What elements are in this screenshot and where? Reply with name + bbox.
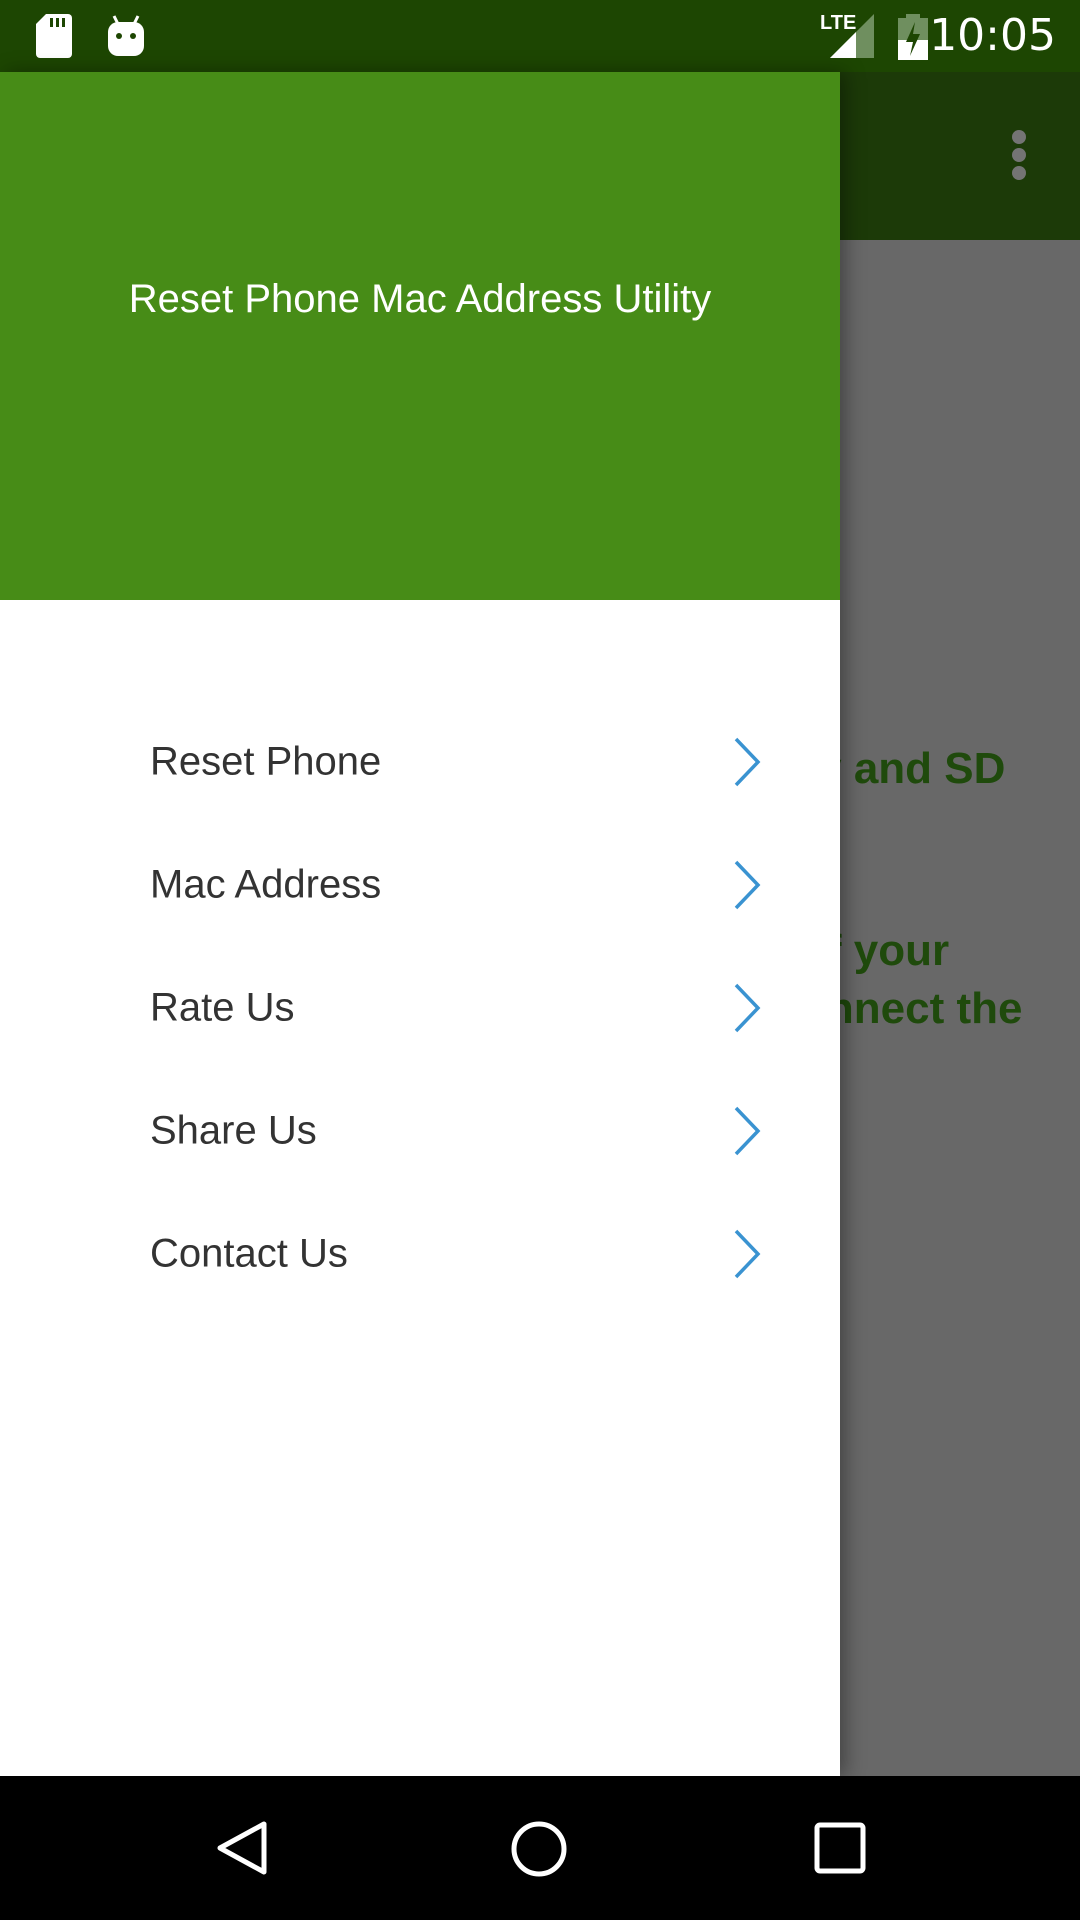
- menu-item-label: Reset Phone: [150, 739, 382, 783]
- recents-icon[interactable]: [814, 1822, 866, 1874]
- chevron-right-icon: [734, 860, 761, 909]
- menu-item-reset-phone[interactable]: Reset Phone: [0, 700, 840, 823]
- menu-item-label: Mac Address: [150, 862, 382, 906]
- chevron-right-icon: [734, 983, 761, 1032]
- back-icon[interactable]: [214, 1820, 270, 1876]
- drawer-header: Reset Phone Mac Address Utility: [0, 72, 840, 600]
- status-bar: LTE 10:05: [0, 0, 1080, 72]
- menu-item-label: Share Us: [150, 1108, 317, 1152]
- menu-item-label: Contact Us: [150, 1231, 348, 1275]
- menu-item-rate-us[interactable]: Rate Us: [0, 946, 840, 1069]
- android-icon: [108, 15, 144, 56]
- chevron-right-icon: [734, 737, 761, 786]
- menu-item-mac-address[interactable]: Mac Address: [0, 823, 840, 946]
- system-nav-bar: [0, 1776, 1080, 1920]
- clock: 10:05: [929, 10, 1056, 61]
- battery-charging-icon: [898, 14, 928, 60]
- drawer-title: Reset Phone Mac Address Utility: [128, 277, 712, 321]
- chevron-right-icon: [734, 1106, 761, 1155]
- overflow-menu-icon[interactable]: [1004, 130, 1034, 184]
- menu-item-contact-us[interactable]: Contact Us: [0, 1192, 840, 1315]
- menu-item-label: Rate Us: [150, 985, 295, 1029]
- home-icon[interactable]: [510, 1820, 568, 1878]
- lte-signal-icon: [830, 14, 874, 58]
- drawer-menu: Reset Phone Mac Address Rate Us Share Us…: [0, 700, 840, 1315]
- navigation-drawer: Reset Phone Mac Address Utility Reset Ph…: [0, 72, 840, 1776]
- menu-item-share-us[interactable]: Share Us: [0, 1069, 840, 1192]
- sd-card-icon: [36, 14, 72, 58]
- chevron-right-icon: [734, 1229, 761, 1278]
